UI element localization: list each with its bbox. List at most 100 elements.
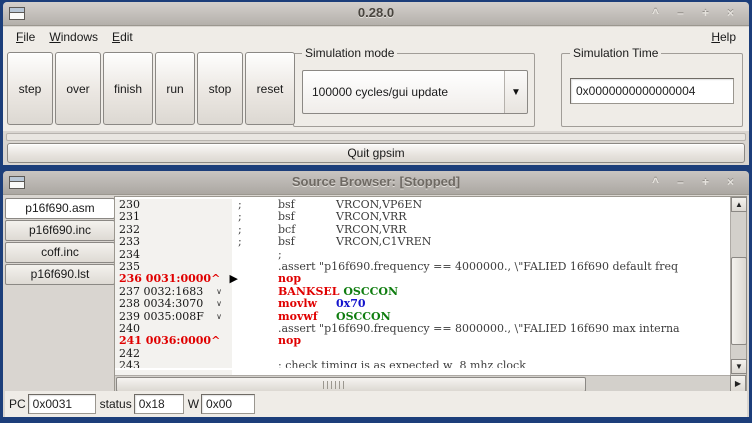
chevron-down-icon: ▼ [511, 87, 521, 98]
status-value-field[interactable]: 0x18 [134, 394, 184, 414]
line-number: 232 [119, 223, 140, 236]
source-line[interactable]: 233 ;bsfVRCON,C1VREN [115, 236, 730, 248]
code-segment: ; [278, 249, 282, 261]
tab-p16f690.inc[interactable]: p16f690.inc [5, 220, 115, 241]
line-number: 235 [119, 260, 140, 273]
horizontal-scroll-thumb[interactable] [116, 377, 586, 392]
pc-label: PC [9, 397, 26, 411]
arrow-right-icon: ▶ [735, 379, 741, 388]
source-line[interactable]: 232 ;bcfVRCON,VRR [115, 224, 730, 236]
code-segment: VRCON,VRR [336, 211, 407, 223]
close-button[interactable]: × [718, 174, 743, 191]
line-number: 240 [119, 322, 140, 335]
vertical-scrollbar[interactable]: ▲ ▼ [730, 197, 746, 375]
flow-chevron-icon: ∨ [216, 298, 222, 310]
source-line[interactable]: 243 ; check timing is as expected w 8 mhz… [115, 360, 730, 368]
code-segment: BANKSEL [278, 286, 343, 298]
minimize-button[interactable]: – [668, 174, 693, 191]
minimize-button[interactable]: – [668, 5, 693, 22]
code-segment: .assert "p16f690.frequency == 8000000., … [278, 323, 680, 335]
maximize-button[interactable]: + [693, 5, 718, 22]
window-controls: ^–+× [643, 174, 743, 191]
code-segment: 0x70 [336, 298, 366, 310]
scroll-up-button[interactable]: ▲ [731, 197, 747, 212]
code-segment: ; [238, 199, 278, 211]
quit-gpsim-button[interactable]: Quit gpsim [7, 143, 745, 163]
code-segment: OSCCON [336, 311, 391, 323]
code-text: nop [232, 335, 730, 347]
source-lines: 230;bsfVRCON,VP6EN231;bsfVRCON,VRR232 ;bc… [115, 197, 730, 368]
maximize-button[interactable]: + [693, 174, 718, 191]
menu-help[interactable]: Help [704, 28, 743, 46]
line-number: 237 0032:1683 [119, 285, 203, 298]
code-segment: movwf [278, 311, 336, 323]
line-number: 242 [119, 347, 140, 360]
source-line[interactable]: 242 [115, 348, 730, 360]
arrow-up-icon: ▲ [735, 200, 743, 209]
code-text: .assert "p16f690.frequency == 4000000., … [232, 261, 730, 273]
w-label: W [188, 397, 199, 411]
code-text: ;bsfVRCON,C1VREN [232, 236, 730, 248]
finish-button[interactable]: finish [103, 52, 153, 125]
simulation-mode-select[interactable]: 100000 cycles/gui update ▼ [302, 70, 528, 114]
file-tab-list: p16f690.asmp16f690.inccoff.incp16f690.ls… [5, 198, 115, 286]
line-number: 230 [119, 198, 140, 211]
code-segment: ; [238, 236, 278, 248]
scroll-grip-icon [323, 381, 345, 389]
code-segment: VRCON,VP6EN [336, 199, 422, 211]
source-browser-window: Source Browser: [Stopped] ^–+× p16f690.a… [3, 171, 749, 417]
reset-button[interactable]: reset [245, 52, 295, 125]
line-number: 233 [119, 235, 140, 248]
flow-chevron-icon: ∨ [216, 311, 222, 323]
menu-file[interactable]: File [9, 28, 42, 46]
source-line[interactable]: 231;bsfVRCON,VRR [115, 211, 730, 223]
source-line[interactable]: 241 0036:0000^nop [115, 335, 730, 347]
code-segment: ; check timing is as expected w 8 mhz cl… [278, 360, 526, 368]
shade-button[interactable]: ^ [643, 5, 668, 22]
source-line[interactable]: 238 0034:3070∨movlw0x70 [115, 298, 730, 310]
source-line[interactable]: 239 0035:008F∨movwfOSCCON [115, 311, 730, 323]
w-value-field[interactable]: 0x00 [201, 394, 255, 414]
code-segment: VRCON,VRR [336, 224, 407, 236]
line-number: 238 0034:3070 [119, 297, 203, 310]
line-number: 243 [119, 359, 140, 368]
simulation-mode-groupbox: Simulation mode 100000 cycles/gui update… [293, 53, 535, 127]
source-line[interactable]: 237 0032:1683∨BANKSEL OSCCON [115, 286, 730, 298]
flow-chevron-icon: ∨ [216, 286, 222, 298]
combo-arrow-button[interactable]: ▼ [504, 71, 527, 113]
source-line[interactable]: 234; [115, 249, 730, 261]
line-number: 234 [119, 248, 140, 261]
tab-p16f690.lst[interactable]: p16f690.lst [5, 264, 115, 285]
simulation-mode-value: 100000 cycles/gui update [312, 71, 448, 113]
source-line[interactable]: 236 0031:0000^▶nop [115, 273, 730, 285]
menu-group: FileWindowsEdit [9, 28, 140, 46]
scroll-down-button[interactable]: ▼ [731, 359, 747, 374]
window-title: Source Browser: [Stopped] [3, 174, 749, 189]
scroll-right-button[interactable]: ▶ [730, 375, 746, 392]
line-gutter[interactable]: 243 [115, 360, 232, 368]
menu-windows[interactable]: Windows [42, 28, 105, 46]
tab-coff.inc[interactable]: coff.inc [5, 242, 115, 263]
code-segment: ; [238, 211, 278, 223]
titlebar[interactable]: 0.28.0 ^–+× [3, 2, 749, 26]
close-button[interactable]: × [718, 5, 743, 22]
pc-value-field[interactable]: 0x0031 [28, 394, 96, 414]
code-text: movwfOSCCON [232, 311, 730, 323]
status-label: status [100, 397, 132, 411]
code-segment: ; [238, 224, 278, 236]
break-caret-icon: ^ [211, 272, 220, 285]
step-button[interactable]: step [7, 52, 53, 125]
over-button[interactable]: over [55, 52, 101, 125]
code-text: ;bcfVRCON,VRR [232, 224, 730, 236]
gpsim-main-window: 0.28.0 ^–+× FileWindowsEdit Help Simulat… [3, 2, 749, 165]
run-button[interactable]: run [155, 52, 195, 125]
tab-p16f690.asm[interactable]: p16f690.asm [5, 198, 115, 219]
source-line[interactable]: 230;bsfVRCON,VP6EN [115, 199, 730, 211]
titlebar[interactable]: Source Browser: [Stopped] ^–+× [3, 171, 749, 195]
vertical-scroll-thumb[interactable] [731, 257, 747, 345]
horizontal-scrollbar[interactable] [115, 375, 730, 392]
shade-button[interactable]: ^ [643, 174, 668, 191]
stop-button[interactable]: stop [197, 52, 243, 125]
simulation-time-field[interactable]: 0x0000000000000004 [570, 78, 734, 104]
menu-edit[interactable]: Edit [105, 28, 140, 46]
